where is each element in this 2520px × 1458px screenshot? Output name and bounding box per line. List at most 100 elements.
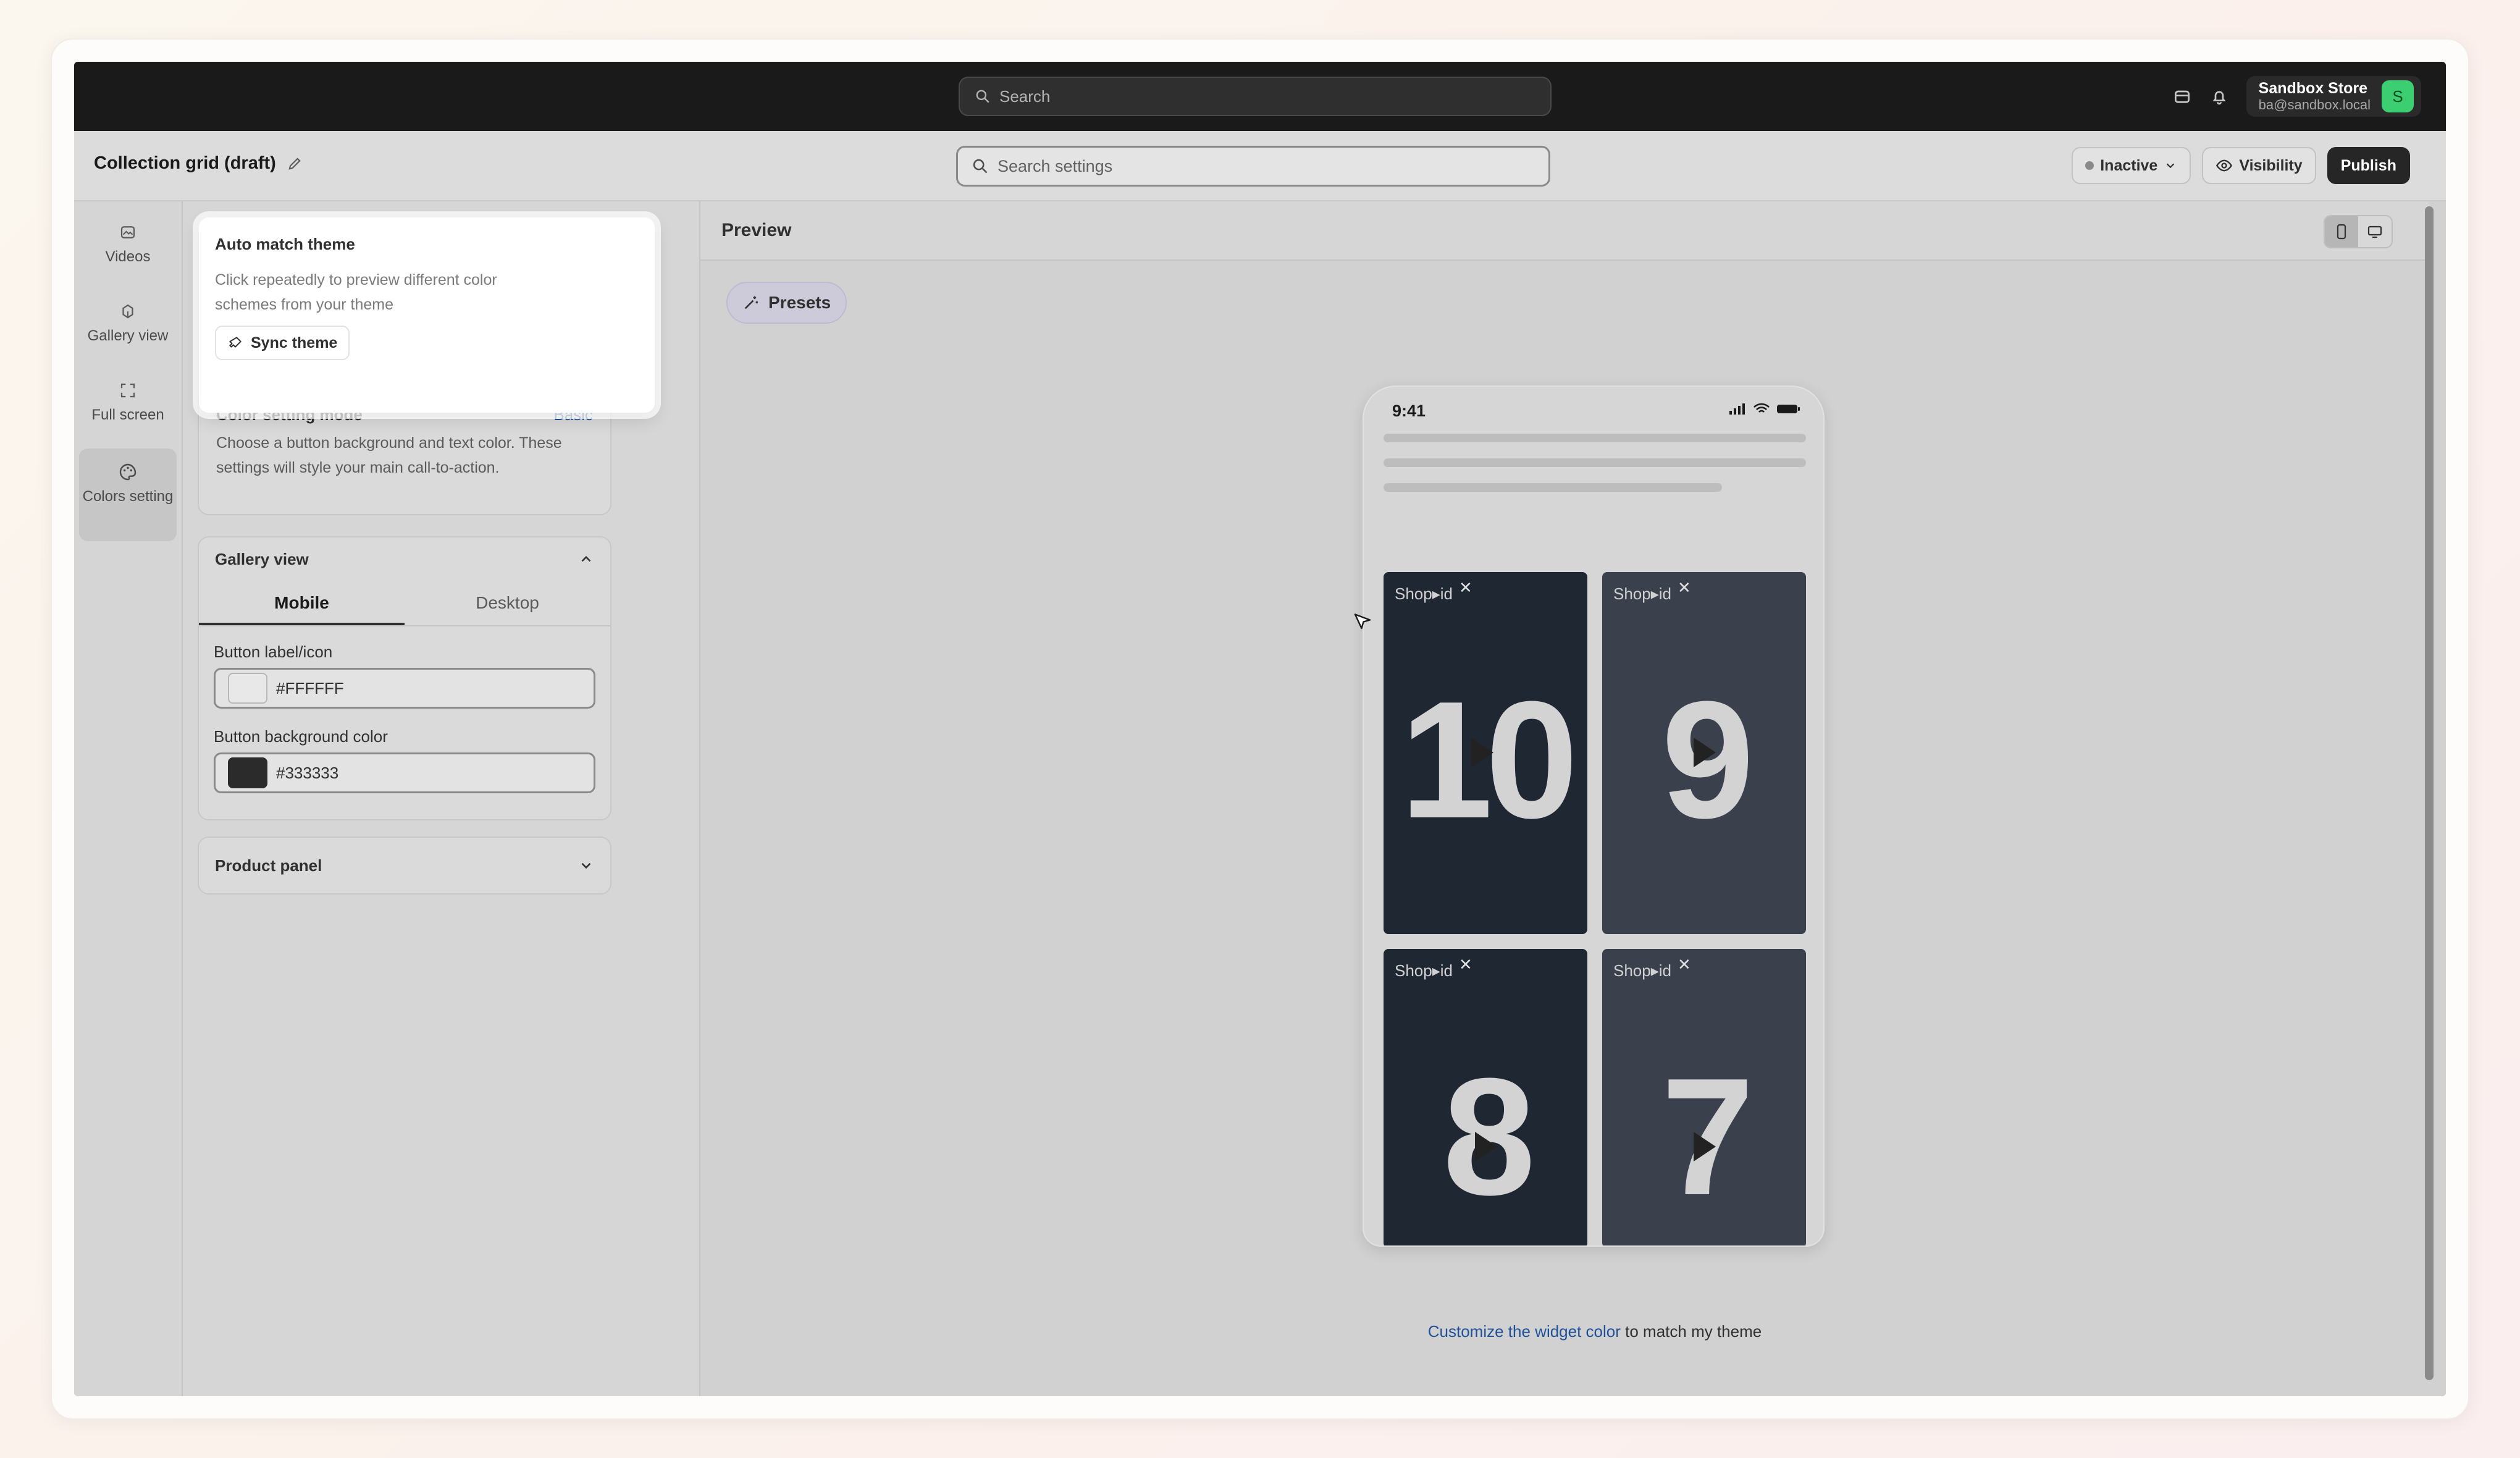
button-bg-field-label: Button background color xyxy=(214,727,388,746)
status-label: Inactive xyxy=(2100,156,2158,174)
battery-icon xyxy=(1777,405,1800,413)
fullscreen-icon xyxy=(120,383,135,398)
device-toggle xyxy=(2324,215,2393,248)
desktop-view-button[interactable] xyxy=(2358,216,2392,247)
rail-item-videos[interactable]: Videos xyxy=(79,209,177,282)
button-bg-color-value: #333333 xyxy=(276,763,339,782)
video-tile-7[interactable]: Shop▸id ✕ 7 xyxy=(1602,949,1806,1245)
rail-item-full-screen[interactable]: Full screen xyxy=(79,367,177,440)
popover-description: Click repeatedly to preview different co… xyxy=(215,271,497,313)
play-icon[interactable] xyxy=(1475,1132,1497,1161)
phone-time: 9:41 xyxy=(1392,402,1426,420)
visibility-button[interactable]: Visibility xyxy=(2202,147,2316,184)
auto-match-theme-popover: Auto match theme Click repeatedly to pre… xyxy=(199,217,655,413)
avatar: S xyxy=(2382,80,2414,112)
customize-widget-link[interactable]: Customize the widget color xyxy=(1428,1322,1621,1341)
customize-caption: Customize the widget color to match my t… xyxy=(1379,1322,1811,1341)
publish-button[interactable]: Publish xyxy=(2327,147,2410,184)
app-window: Search Sandbox Store ba@sandbox.local S … xyxy=(74,62,2446,1396)
color-swatch[interactable] xyxy=(228,757,267,788)
signal-icon xyxy=(1729,403,1745,415)
tile-brand: Shop▸id xyxy=(1613,961,1672,980)
product-panel-card[interactable]: Product panel xyxy=(198,836,611,895)
video-tile-8[interactable]: Shop▸id ✕ 8 xyxy=(1384,949,1587,1245)
phone-status-bar xyxy=(1728,403,1801,415)
gallery-icon xyxy=(122,304,133,319)
skeleton-line xyxy=(1384,434,1806,442)
tile-brand: Shop▸id xyxy=(1395,584,1453,603)
button-bg-color-field[interactable]: #333333 xyxy=(214,752,595,793)
close-icon[interactable]: ✕ xyxy=(1459,955,1472,974)
button-label-field-label: Button label/icon xyxy=(214,643,333,661)
tab-desktop[interactable]: Desktop xyxy=(405,581,610,625)
sync-theme-button[interactable]: Sync theme xyxy=(215,326,350,360)
button-label-color-value: #FFFFFF xyxy=(276,678,344,697)
store-icon[interactable] xyxy=(2172,86,2192,106)
status-dropdown[interactable]: Inactive xyxy=(2072,147,2191,184)
editor-header: Collection grid (draft) Search settings … xyxy=(74,131,2446,201)
global-search-placeholder: Search xyxy=(999,86,1051,106)
color-swatch[interactable] xyxy=(228,673,267,704)
status-dot-icon xyxy=(2085,161,2094,170)
close-icon[interactable]: ✕ xyxy=(1678,955,1691,974)
product-panel-title: Product panel xyxy=(215,856,322,875)
wifi-icon xyxy=(1754,403,1770,413)
rail-item-label: Full screen xyxy=(91,407,164,423)
palette-icon xyxy=(119,463,136,481)
rail-item-label: Colors setting xyxy=(82,488,174,505)
video-icon xyxy=(120,226,135,238)
play-icon[interactable] xyxy=(1694,738,1716,767)
tile-brand: Shop▸id xyxy=(1395,961,1453,980)
page-title-text: Collection grid (draft) xyxy=(94,153,276,173)
presets-button[interactable]: Presets xyxy=(726,282,847,324)
mouse-cursor-icon xyxy=(1354,613,1371,630)
preview-title: Preview xyxy=(721,220,792,240)
gallery-view-card: Gallery view Mobile Desktop Button label… xyxy=(198,536,611,820)
device-tabs: Mobile Desktop xyxy=(199,581,610,626)
video-tile-10[interactable]: Shop▸id ✕ 10 xyxy=(1384,572,1587,934)
magic-wand-icon xyxy=(744,296,758,310)
tile-brand: Shop▸id xyxy=(1613,584,1672,603)
presets-label: Presets xyxy=(768,293,831,312)
chevron-down-icon xyxy=(2167,163,2175,169)
settings-search-input[interactable]: Search settings xyxy=(956,146,1550,187)
settings-search-placeholder: Search settings xyxy=(998,156,1113,175)
button-label-color-field[interactable]: #FFFFFF xyxy=(214,668,595,709)
pencil-icon[interactable] xyxy=(286,155,303,172)
rail-item-label: Videos xyxy=(105,248,151,265)
rail-item-label: Gallery view xyxy=(87,327,169,344)
preview-scrollbar[interactable] xyxy=(2425,206,2434,1380)
play-icon[interactable] xyxy=(1471,738,1493,767)
color-mode-description: Choose a button background and text colo… xyxy=(216,434,562,476)
skeleton-line xyxy=(1384,458,1806,467)
eye-icon xyxy=(2216,159,2233,172)
desktop-icon xyxy=(2367,225,2382,238)
chevron-up-icon xyxy=(581,555,591,562)
skeleton-line xyxy=(1384,483,1722,492)
search-icon xyxy=(976,90,989,103)
store-email: ba@sandbox.local xyxy=(2258,97,2371,112)
close-icon[interactable]: ✕ xyxy=(1459,578,1472,597)
close-icon[interactable]: ✕ xyxy=(1678,578,1691,597)
store-switcher[interactable]: Sandbox Store ba@sandbox.local S xyxy=(2246,76,2421,117)
store-name: Sandbox Store xyxy=(2258,80,2368,97)
rail-item-colors-setting[interactable]: Colors setting xyxy=(79,449,177,541)
chevron-down-icon xyxy=(581,862,591,869)
top-bar: Search Sandbox Store ba@sandbox.local S xyxy=(74,62,2446,131)
bell-icon[interactable] xyxy=(2209,86,2229,106)
video-tile-9[interactable]: Shop▸id ✕ 9 xyxy=(1602,572,1806,934)
gallery-view-title: Gallery view xyxy=(215,549,309,568)
mobile-view-button[interactable] xyxy=(2325,216,2358,247)
sync-theme-label: Sync theme xyxy=(251,334,338,352)
gallery-view-header[interactable]: Gallery view xyxy=(199,537,610,581)
global-search-input[interactable]: Search xyxy=(959,77,1552,116)
mobile-icon xyxy=(2337,224,2346,240)
page-title: Collection grid (draft) xyxy=(94,153,303,174)
visibility-label: Visibility xyxy=(2239,156,2303,174)
rail-item-gallery-view[interactable]: Gallery view xyxy=(79,288,177,361)
preview-header: Preview xyxy=(700,201,2430,261)
tab-mobile[interactable]: Mobile xyxy=(199,581,405,625)
play-icon[interactable] xyxy=(1694,1132,1716,1161)
preview-pane: Preview Presets 9:41 Shop▸id ✕ 10 Shop▸i… xyxy=(700,201,2446,1396)
search-icon xyxy=(973,159,988,174)
